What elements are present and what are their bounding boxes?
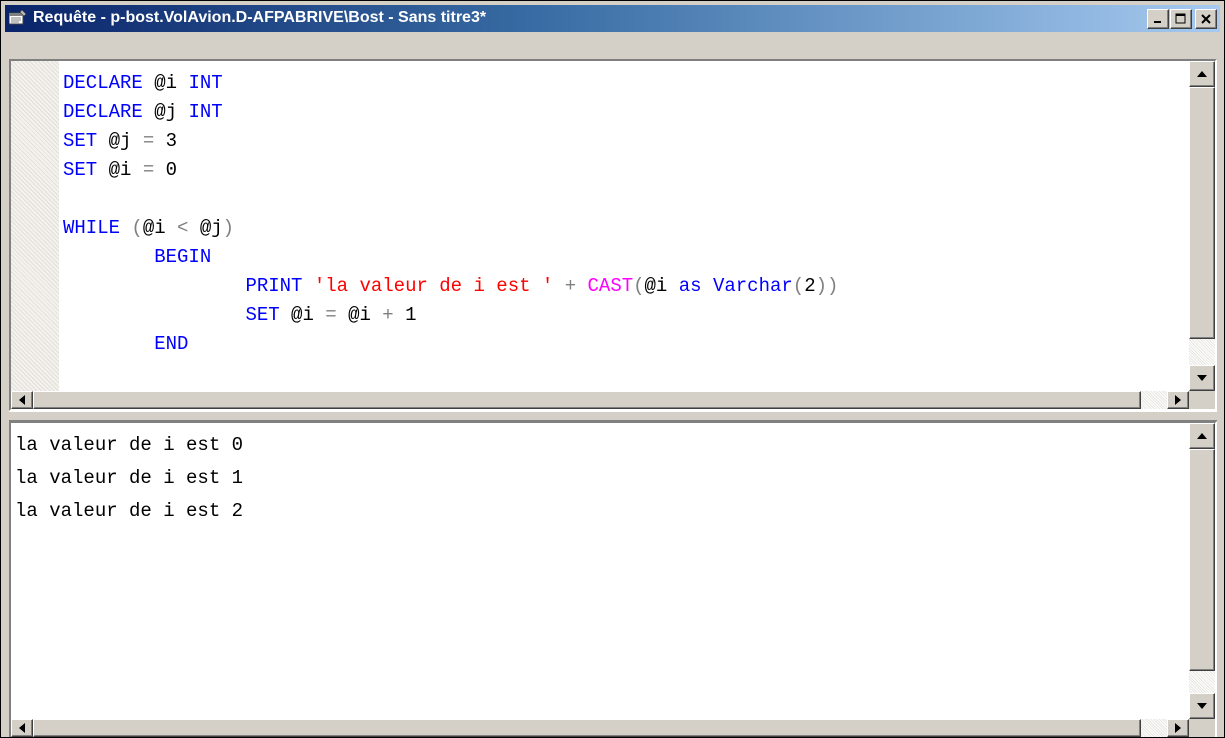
code-token: (	[792, 275, 805, 297]
code-line: END	[63, 330, 1185, 359]
query-window-icon	[9, 10, 27, 25]
code-token: SET	[245, 304, 292, 326]
code-line: BEGIN	[63, 243, 1185, 272]
scroll-right-button[interactable]	[1167, 719, 1189, 737]
scrollbar-corner	[1189, 719, 1215, 737]
code-token: ))	[815, 275, 839, 297]
code-token: WHILE	[63, 217, 132, 239]
results-horizontal-thumb[interactable]	[33, 719, 1141, 737]
code-token: <	[177, 217, 200, 239]
arrow-down-icon	[1197, 375, 1207, 381]
code-token: @i	[291, 304, 326, 326]
maximize-icon	[1175, 13, 1186, 24]
arrow-left-icon	[19, 395, 25, 405]
code-token: =	[142, 130, 166, 152]
results-vertical-thumb[interactable]	[1189, 449, 1215, 671]
code-token: 3	[165, 130, 178, 152]
code-token: DECLARE	[63, 72, 155, 94]
scroll-left-button[interactable]	[11, 719, 33, 737]
code-token: @i	[348, 304, 383, 326]
output-line: la valeur de i est 1	[15, 467, 244, 489]
code-token: @j	[108, 130, 143, 152]
output-line: la valeur de i est 2	[15, 500, 244, 522]
code-line: SET @i = @i + 1	[63, 301, 1185, 330]
code-token: INT	[188, 101, 223, 123]
code-token: INT	[188, 72, 223, 94]
code-token: =	[325, 304, 349, 326]
code-token: 0	[165, 159, 178, 181]
query-window: Requête - p-bost.VolAvion.D-AFPABRIVE\Bo…	[0, 0, 1225, 738]
code-token: 2	[804, 275, 816, 297]
arrow-left-icon	[19, 723, 25, 733]
code-token: @i	[644, 275, 679, 297]
scroll-down-button[interactable]	[1189, 365, 1215, 391]
scroll-left-button[interactable]	[11, 391, 33, 409]
code-token: @j	[199, 217, 223, 239]
code-line: WHILE (@i < @j)	[63, 214, 1185, 243]
code-token: @j	[154, 101, 189, 123]
minimize-icon	[1154, 21, 1161, 23]
scroll-up-button[interactable]	[1189, 61, 1215, 87]
minimize-button[interactable]	[1147, 9, 1169, 29]
code-line: DECLARE @i INT	[63, 69, 1185, 98]
scrollbar-corner	[1189, 391, 1215, 409]
code-token: as	[678, 275, 713, 297]
arrow-right-icon	[1175, 723, 1181, 733]
code-token: DECLARE	[63, 101, 155, 123]
code-token: BEGIN	[154, 246, 212, 268]
code-token: PRINT	[245, 275, 314, 297]
code-line: SET @j = 3	[63, 127, 1185, 156]
code-token: @i	[108, 159, 143, 181]
code-token: END	[154, 333, 189, 355]
editor-vertical-thumb[interactable]	[1189, 87, 1215, 339]
results-horizontal-scrollbar[interactable]	[11, 719, 1189, 737]
editor-horizontal-thumb[interactable]	[33, 391, 1141, 409]
code-line: PRINT 'la valeur de i est ' + CAST(@i as…	[63, 272, 1185, 301]
code-token: SET	[63, 159, 109, 181]
results-vertical-scrollbar[interactable]	[1189, 423, 1215, 719]
code-token: (	[633, 275, 645, 297]
code-area[interactable]: DECLARE @i INT DECLARE @j INT SET @j = 3 SE…	[63, 69, 1185, 387]
pane-splitter[interactable]	[9, 411, 1217, 421]
code-token: SET	[63, 130, 109, 152]
code-token: @i	[142, 217, 178, 239]
editor-vertical-scrollbar[interactable]	[1189, 61, 1215, 391]
results-pane[interactable]: la valeur de i est 0 la valeur de i est 1…	[9, 421, 1217, 737]
arrow-up-icon	[1197, 71, 1207, 77]
arrow-down-icon	[1197, 703, 1207, 709]
output-line: la valeur de i est 0	[15, 434, 244, 456]
code-token: =	[142, 159, 166, 181]
code-token: 'la valeur de i est '	[313, 275, 565, 297]
messages-output: la valeur de i est 0 la valeur de i est 1…	[15, 429, 1185, 715]
window-title: Requête - p-bost.VolAvion.D-AFPABRIVE\Bo…	[33, 9, 487, 26]
code-token: @i	[154, 72, 189, 94]
arrow-right-icon	[1175, 395, 1181, 405]
code-token: +	[382, 304, 406, 326]
code-token: 1	[405, 304, 417, 326]
close-icon	[1201, 14, 1211, 24]
code-line: SET @i = 0	[63, 156, 1185, 185]
maximize-button[interactable]	[1170, 9, 1192, 29]
title-bar[interactable]: Requête - p-bost.VolAvion.D-AFPABRIVE\Bo…	[5, 5, 1220, 32]
scroll-up-button[interactable]	[1189, 423, 1215, 449]
query-editor[interactable]: DECLARE @i INT DECLARE @j INT SET @j = 3 SE…	[9, 59, 1217, 411]
arrow-up-icon	[1197, 433, 1207, 439]
scroll-right-button[interactable]	[1167, 391, 1189, 409]
editor-gutter	[11, 61, 59, 391]
code-token: CAST	[587, 275, 634, 297]
editor-horizontal-scrollbar[interactable]	[11, 391, 1189, 409]
code-token: Varchar	[712, 275, 793, 297]
close-button[interactable]	[1195, 9, 1217, 29]
code-token: +	[564, 275, 588, 297]
code-token: (	[131, 217, 143, 239]
code-line: DECLARE @j INT	[63, 98, 1185, 127]
scroll-down-button[interactable]	[1189, 693, 1215, 719]
code-token: )	[222, 217, 235, 239]
